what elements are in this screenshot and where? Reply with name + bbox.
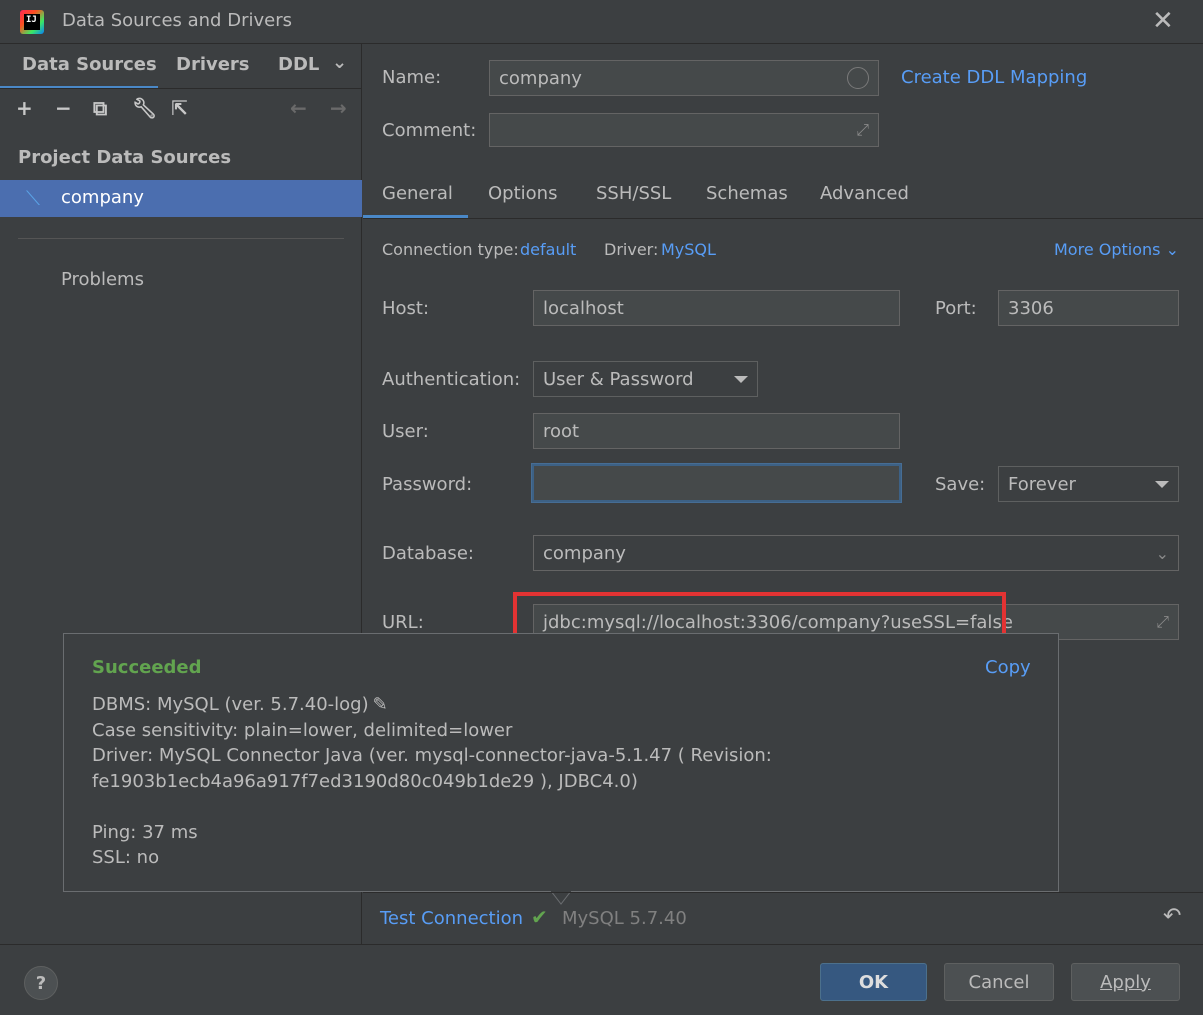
copy-link[interactable]: Copy <box>985 657 1031 678</box>
wrench-icon[interactable]: 🔧︎ <box>132 96 157 120</box>
password-label: Password: <box>382 474 473 495</box>
navigate-icon[interactable]: ⇱ <box>171 96 188 120</box>
expand-icon[interactable]: ⤢ <box>856 120 869 140</box>
expand-icon[interactable]: ⤢ <box>1156 612 1169 632</box>
connection-type-link[interactable]: default <box>520 240 576 259</box>
popup-line-case: Case sensitivity: plain=lower, delimited… <box>92 720 513 741</box>
popup-pointer <box>551 890 571 905</box>
driver-label: Driver: <box>604 240 659 259</box>
cancel-button[interactable]: Cancel <box>944 963 1054 1001</box>
connection-type-label: Connection type: <box>382 240 519 259</box>
color-circle-icon[interactable] <box>847 67 869 89</box>
dropdown-triangle-icon <box>1155 480 1169 488</box>
popup-line-ping: Ping: 37 ms <box>92 822 198 843</box>
more-options-link[interactable]: More Options ⌄ <box>1054 240 1179 259</box>
popup-line-ssl: SSL: no <box>92 847 160 868</box>
authentication-label: Authentication: <box>382 369 521 390</box>
back-arrow-icon[interactable]: ← <box>290 96 307 120</box>
name-label: Name: <box>382 67 442 88</box>
remove-icon[interactable]: − <box>55 96 72 120</box>
port-field[interactable]: 3306 <box>998 290 1179 326</box>
chevron-down-icon: ⌄ <box>1165 240 1179 259</box>
checkmark-icon: ✔ <box>531 905 548 929</box>
tab-ddl[interactable]: DDL <box>278 54 319 75</box>
data-source-label: company <box>61 187 144 208</box>
dropdown-triangle-icon <box>734 375 748 383</box>
test-result-text: MySQL 5.7.40 <box>562 908 687 929</box>
reset-icon[interactable]: ↶ <box>1163 904 1181 929</box>
pencil-icon[interactable]: ✎ <box>373 694 388 715</box>
status-text: Succeeded <box>92 657 202 678</box>
separator <box>18 238 344 239</box>
database-field[interactable]: company ⌄ <box>533 535 1179 571</box>
test-connection-link[interactable]: Test Connection <box>380 908 523 929</box>
duplicate-icon[interactable]: ⧉ <box>93 96 107 120</box>
port-label: Port: <box>935 298 977 319</box>
add-icon[interactable]: + <box>16 96 33 120</box>
section-title: Project Data Sources <box>18 147 232 168</box>
dialog-footer: ? OK Cancel Apply <box>0 944 1203 1015</box>
window-title: Data Sources and Drivers <box>62 10 292 31</box>
tab-data-sources[interactable]: Data Sources <box>22 54 157 75</box>
create-ddl-mapping-link[interactable]: Create DDL Mapping <box>901 67 1087 88</box>
chevron-down-icon[interactable]: ⌄ <box>1156 544 1169 563</box>
driver-link[interactable]: MySQL <box>661 240 716 259</box>
problems-item[interactable]: Problems <box>61 269 144 290</box>
tab-divider <box>363 218 1203 219</box>
intellij-logo-icon: IJ <box>20 10 44 34</box>
forward-arrow-icon[interactable]: → <box>330 96 347 120</box>
tab-schemas[interactable]: Schemas <box>706 183 788 204</box>
data-source-item-company[interactable]: ⟍ company <box>0 180 362 217</box>
tab-general[interactable]: General <box>382 183 453 204</box>
comment-label: Comment: <box>382 120 477 141</box>
mysql-dolphin-icon: ⟍ <box>26 186 40 210</box>
authentication-select[interactable]: User & Password <box>533 361 758 397</box>
bottom-divider <box>363 892 1203 893</box>
tab-drivers[interactable]: Drivers <box>176 54 250 75</box>
name-field[interactable]: company <box>489 60 879 96</box>
tab-options[interactable]: Options <box>488 183 557 204</box>
user-field[interactable]: root <box>533 413 900 449</box>
popup-line-revision: fe1903b1ecb4a96a917f7ed3190d80c049b1de29… <box>92 771 638 792</box>
password-field[interactable] <box>532 464 901 502</box>
tab-ssh-ssl[interactable]: SSH/SSL <box>596 183 671 204</box>
popup-line-dbms: DBMS: MySQL (ver. 5.7.40-log) ✎ <box>92 694 388 715</box>
url-label: URL: <box>382 612 424 633</box>
apply-button[interactable]: Apply <box>1071 963 1180 1001</box>
tab-advanced[interactable]: Advanced <box>820 183 909 204</box>
database-label: Database: <box>382 543 474 564</box>
host-label: Host: <box>382 298 430 319</box>
save-select[interactable]: Forever <box>998 466 1179 502</box>
help-icon[interactable]: ? <box>24 966 58 1000</box>
close-icon[interactable]: ✕ <box>1152 6 1174 36</box>
comment-field[interactable]: ⤢ <box>489 113 879 147</box>
tab-divider <box>0 88 362 89</box>
host-field[interactable]: localhost <box>533 290 900 326</box>
user-label: User: <box>382 421 429 442</box>
tabs-overflow-chevron-icon[interactable]: ⌄ <box>332 52 347 73</box>
ok-button[interactable]: OK <box>820 963 927 1001</box>
save-label: Save: <box>935 474 986 495</box>
popup-line-driver: Driver: MySQL Connector Java (ver. mysql… <box>92 745 772 766</box>
title-bar: IJ Data Sources and Drivers ✕ <box>0 0 1203 44</box>
test-connection-popup: Succeeded Copy DBMS: MySQL (ver. 5.7.40-… <box>63 633 1059 892</box>
